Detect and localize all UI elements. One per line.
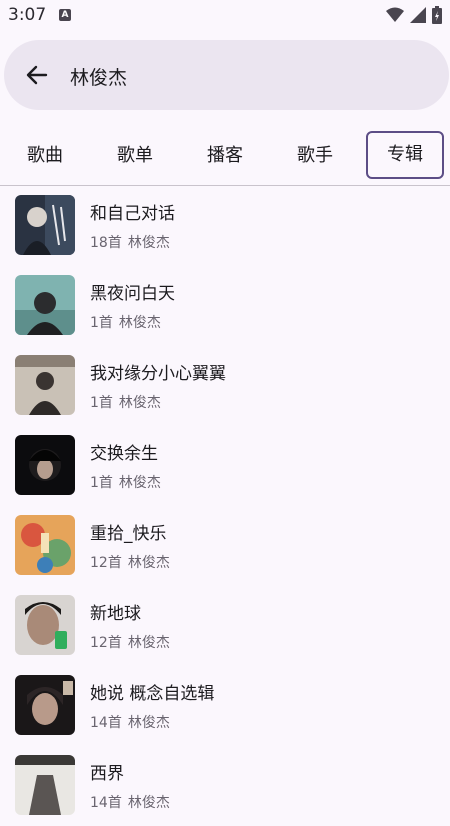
album-cover [15,755,75,815]
album-subtitle: 14首 林俊杰 [90,712,170,732]
track-count: 18首 [90,235,122,251]
album-artist: 林俊杰 [118,475,161,491]
track-count: 12首 [90,635,122,651]
status-icons [386,6,442,24]
album-subtitle: 12首 林俊杰 [90,632,170,652]
battery-icon [432,6,442,24]
tab-playlists[interactable]: 歌单 [98,131,172,179]
album-artist: 林俊杰 [127,795,170,811]
album-cover [15,675,75,735]
album-item[interactable]: 黑夜问白天 1首 林俊杰 [0,266,450,346]
album-subtitle: 1首 林俊杰 [90,312,161,332]
album-subtitle: 1首 林俊杰 [90,472,161,492]
album-artist: 林俊杰 [118,315,161,331]
album-list: 和自己对话 18首 林俊杰 黑夜问白天 1首 林俊杰 我对缘分小心翼翼 1首 林… [0,186,450,826]
tab-artists[interactable]: 歌手 [278,131,352,179]
album-item[interactable]: 我对缘分小心翼翼 1首 林俊杰 [0,346,450,426]
search-bar[interactable]: 林俊杰 [4,40,449,110]
album-item[interactable]: 西界 14首 林俊杰 [0,746,450,826]
album-cover [15,595,75,655]
search-query[interactable]: 林俊杰 [70,63,127,90]
album-cover [15,195,75,255]
status-bar: 3:07 A [0,0,450,32]
track-count: 12首 [90,555,122,571]
album-item[interactable]: 交换余生 1首 林俊杰 [0,426,450,506]
track-count: 1首 [90,475,113,491]
album-subtitle: 1首 林俊杰 [90,392,161,412]
album-cover [15,355,75,415]
album-artist: 林俊杰 [127,715,170,731]
album-title: 新地球 [90,604,141,624]
tab-bar: 歌曲 歌单 播客 歌手 专辑 [0,131,450,186]
album-cover [15,275,75,335]
album-title: 我对缘分小心翼翼 [90,364,226,384]
track-count: 1首 [90,395,113,411]
track-count: 1首 [90,315,113,331]
status-time: 3:07 [8,5,47,25]
track-count: 14首 [90,715,122,731]
album-title: 交换余生 [90,444,158,464]
album-title: 黑夜问白天 [90,284,175,304]
back-arrow-icon[interactable] [24,62,50,88]
signal-icon [410,7,426,23]
album-artist: 林俊杰 [127,235,170,251]
album-cover [15,515,75,575]
album-subtitle: 14首 林俊杰 [90,792,170,812]
album-title: 重拾_快乐 [90,524,167,544]
album-cover [15,435,75,495]
wifi-icon [386,7,404,22]
tab-podcasts[interactable]: 播客 [188,131,262,179]
album-artist: 林俊杰 [127,555,170,571]
album-subtitle: 12首 林俊杰 [90,552,170,572]
track-count: 14首 [90,795,122,811]
album-item[interactable]: 重拾_快乐 12首 林俊杰 [0,506,450,586]
album-item[interactable]: 她说 概念自选辑 14首 林俊杰 [0,666,450,746]
album-subtitle: 18首 林俊杰 [90,232,170,252]
album-item[interactable]: 新地球 12首 林俊杰 [0,586,450,666]
album-item[interactable]: 和自己对话 18首 林俊杰 [0,186,450,266]
tab-songs[interactable]: 歌曲 [8,131,82,179]
album-artist: 林俊杰 [127,635,170,651]
tab-albums[interactable]: 专辑 [366,131,444,179]
album-title: 西界 [90,764,124,784]
notification-a-icon: A [59,9,71,21]
album-title: 她说 概念自选辑 [90,684,215,704]
album-artist: 林俊杰 [118,395,161,411]
album-title: 和自己对话 [90,204,175,224]
